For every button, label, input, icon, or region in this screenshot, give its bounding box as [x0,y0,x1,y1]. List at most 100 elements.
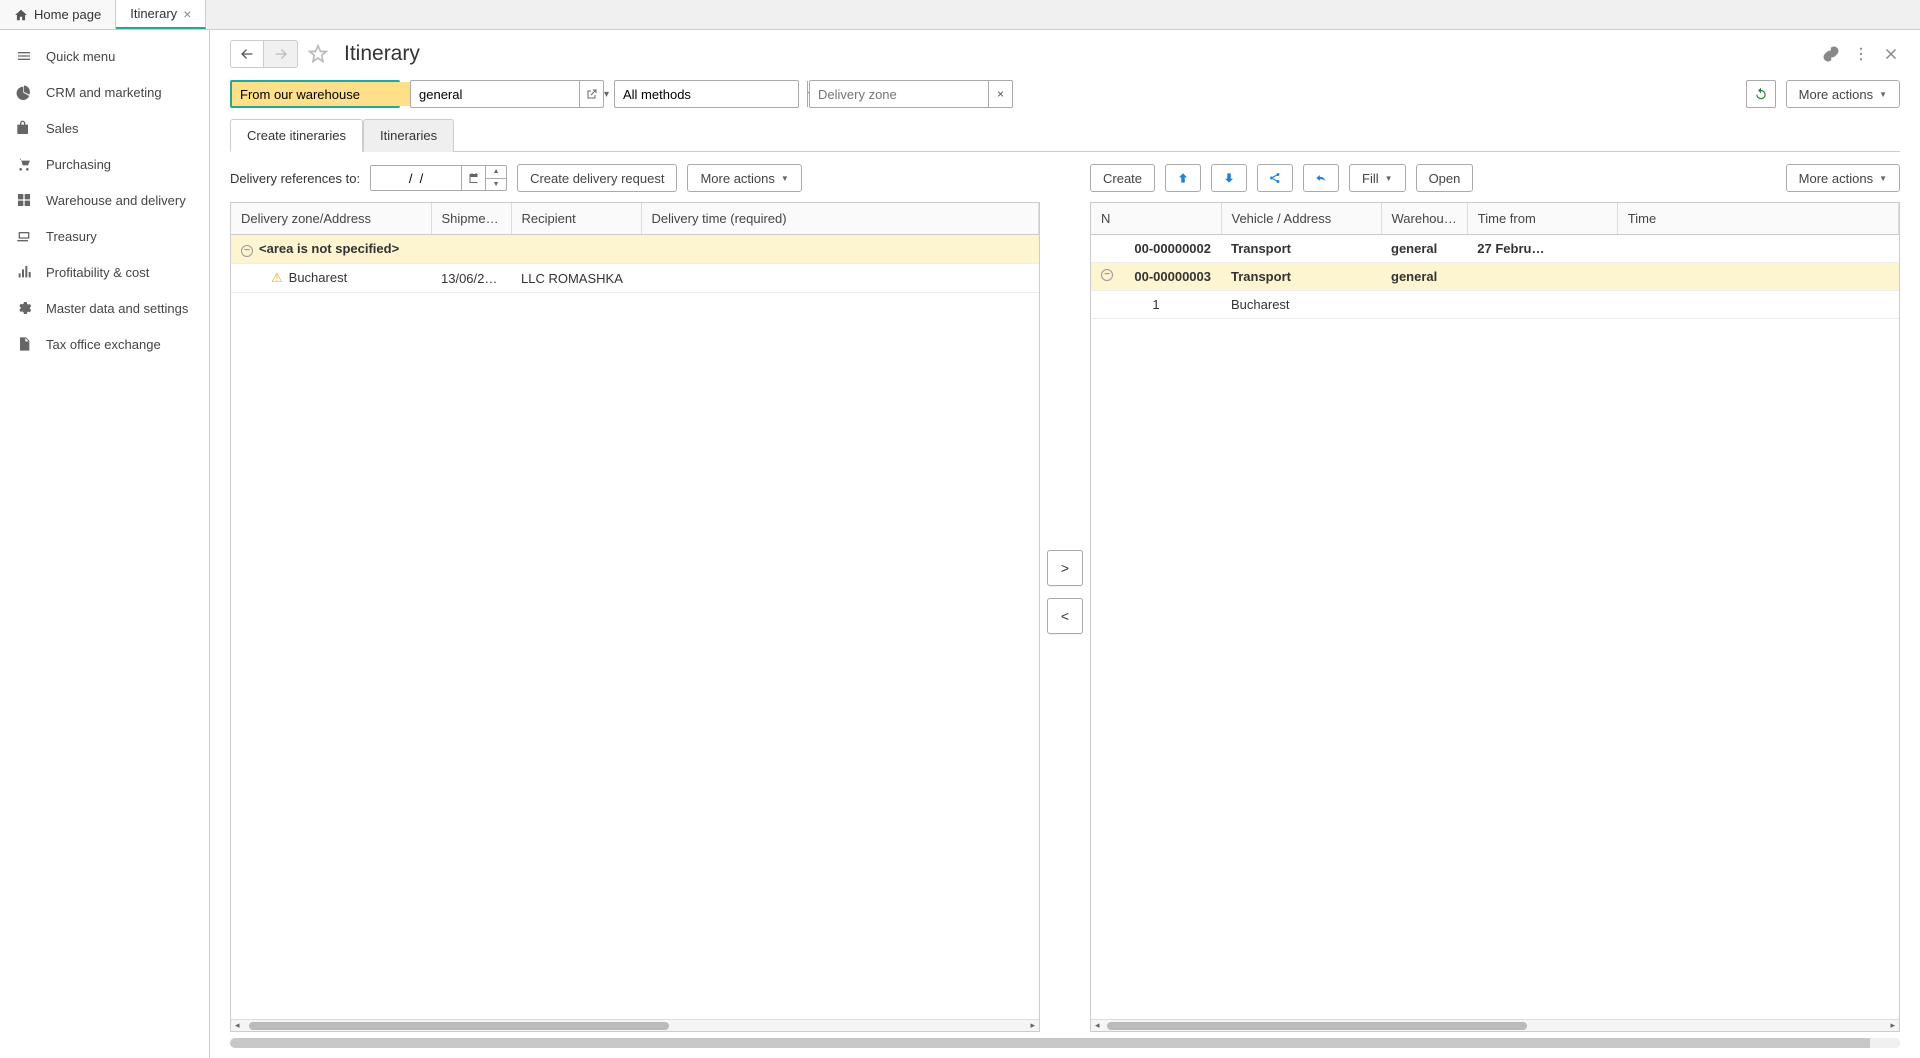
sidebar-item-profitability[interactable]: Profitability & cost [0,254,209,290]
tab-home[interactable]: Home page [0,0,116,29]
button-label: Open [1429,171,1461,186]
sidebar-item-treasury[interactable]: Treasury [0,218,209,254]
h-scrollbar[interactable]: ◂ ▸ [1091,1019,1899,1031]
col-recipient[interactable]: Recipient [511,203,641,235]
methods-input[interactable] [615,81,807,107]
move-left-button[interactable]: < [1047,598,1083,634]
share-icon [1268,171,1282,185]
warehouse-input[interactable] [232,82,424,106]
sidebar-item-sales[interactable]: Sales [0,110,209,146]
left-grid: Delivery zone/Address Shipme… Recipient … [230,202,1040,1032]
sidebar-item-warehouse[interactable]: Warehouse and delivery [0,182,209,218]
scroll-right-icon[interactable]: ▸ [1890,1020,1895,1031]
scroll-left-icon[interactable]: ◂ [235,1020,240,1031]
col-zone[interactable]: Delivery zone/Address [231,203,431,235]
page-title: Itinerary [344,42,420,66]
cell-vehicle: Transport [1221,263,1381,291]
more-actions-right-button[interactable]: More actions▼ [1786,164,1900,192]
filter-row: ▾ ▾ ▾ ▾ [210,76,1920,118]
table-row[interactable]: 1 Bucharest [1091,291,1899,319]
more-actions-button[interactable]: More actions ▼ [1786,80,1900,108]
h-scrollbar[interactable]: ◂ ▸ [231,1019,1039,1031]
table-group-row[interactable]: −<area is not specified> [231,235,1039,264]
sidebar-item-label: CRM and marketing [46,85,162,100]
window-tabs: Home page Itinerary × [0,0,1920,30]
spinner-up[interactable]: ▲ [486,166,506,179]
open-button[interactable]: Open [1416,164,1474,192]
calendar-icon[interactable] [461,166,485,190]
pie-icon [16,84,32,100]
create-delivery-request-button[interactable]: Create delivery request [517,164,677,192]
cell-n: 00-00000003 [1134,269,1211,284]
zone-dropdown[interactable]: ▾ [809,80,989,108]
scroll-left-icon[interactable]: ◂ [1095,1020,1100,1031]
date-field[interactable] [371,166,461,190]
move-up-button[interactable] [1165,164,1201,192]
table-row[interactable]: 00-00000002 Transport general 27 Febru… [1091,235,1899,263]
move-right-button[interactable]: > [1047,550,1083,586]
main-h-scrollbar[interactable] [230,1038,1900,1048]
right-grid: N Vehicle / Address Warehou… Time from T… [1090,202,1900,1032]
col-shipment[interactable]: Shipme… [431,203,511,235]
section-tabs: Create itineraries Itineraries [230,118,1900,152]
sidebar-item-label: Tax office exchange [46,337,161,352]
sidebar-item-label: Purchasing [46,157,111,172]
tab-create-itineraries[interactable]: Create itineraries [230,119,363,152]
more-vertical-icon[interactable] [1852,45,1870,63]
forward-button[interactable] [1303,164,1339,192]
table-row[interactable]: −00-00000003 Transport general [1091,263,1899,291]
col-delivery-time[interactable]: Delivery time (required) [641,203,1039,235]
arrow-left-icon [239,46,255,62]
close-icon[interactable] [1882,45,1900,63]
more-actions-left-button[interactable]: More actions ▼ [687,164,801,192]
col-timefrom[interactable]: Time from [1467,203,1617,235]
group-label: <area is not specified> [259,241,399,256]
nav-forward-button[interactable] [264,40,298,68]
table-row[interactable]: ⚠Bucharest 13/06/2… LLC ROMASHKA [231,264,1039,293]
date-spinner[interactable]: ▲ ▼ [486,165,507,191]
sidebar-item-tax[interactable]: Tax office exchange [0,326,209,362]
zone-input[interactable] [810,81,1002,107]
scroll-right-icon[interactable]: ▸ [1030,1020,1035,1031]
col-vehicle[interactable]: Vehicle / Address [1221,203,1381,235]
transfer-controls: > < [1040,152,1090,1032]
collapse-icon[interactable]: − [1101,269,1113,281]
cell-wh: general [1381,235,1467,263]
cell-n: 00-00000002 [1091,235,1221,263]
bag-icon [16,120,32,136]
col-warehouse[interactable]: Warehou… [1381,203,1467,235]
sidebar-item-label: Sales [46,121,79,136]
general-input[interactable] [411,81,603,107]
grid-icon [16,192,32,208]
move-down-button[interactable] [1211,164,1247,192]
date-input[interactable] [370,165,486,191]
warehouse-dropdown[interactable]: ▾ [230,80,400,108]
cart-icon [16,156,32,172]
open-external-button[interactable] [580,80,604,108]
link-icon[interactable] [1822,45,1840,63]
collapse-icon[interactable]: − [241,245,253,257]
create-button[interactable]: Create [1090,164,1155,192]
button-label: More actions [700,171,774,186]
cell-n: 1 [1091,291,1221,319]
spinner-down[interactable]: ▼ [486,179,506,191]
chevron-right-icon: > [1061,560,1069,576]
col-time[interactable]: Time [1617,203,1898,235]
nav-back-button[interactable] [230,40,264,68]
fill-button[interactable]: Fill▼ [1349,164,1406,192]
sidebar-item-masterdata[interactable]: Master data and settings [0,290,209,326]
sidebar-item-purchasing[interactable]: Purchasing [0,146,209,182]
close-icon[interactable]: × [183,7,191,21]
general-dropdown[interactable]: ▾ [410,80,580,108]
methods-dropdown[interactable]: ▾ [614,80,799,108]
clear-zone-button[interactable]: × [989,80,1013,108]
tab-itinerary[interactable]: Itinerary × [116,0,206,29]
sidebar-item-crm[interactable]: CRM and marketing [0,74,209,110]
tab-itineraries[interactable]: Itineraries [363,119,454,152]
sidebar-item-quickmenu[interactable]: Quick menu [0,38,209,74]
reload-button[interactable] [1746,80,1776,108]
share-button[interactable] [1257,164,1293,192]
col-n[interactable]: N [1091,203,1221,235]
star-icon[interactable] [308,44,328,64]
button-label: More actions [1799,87,1873,102]
